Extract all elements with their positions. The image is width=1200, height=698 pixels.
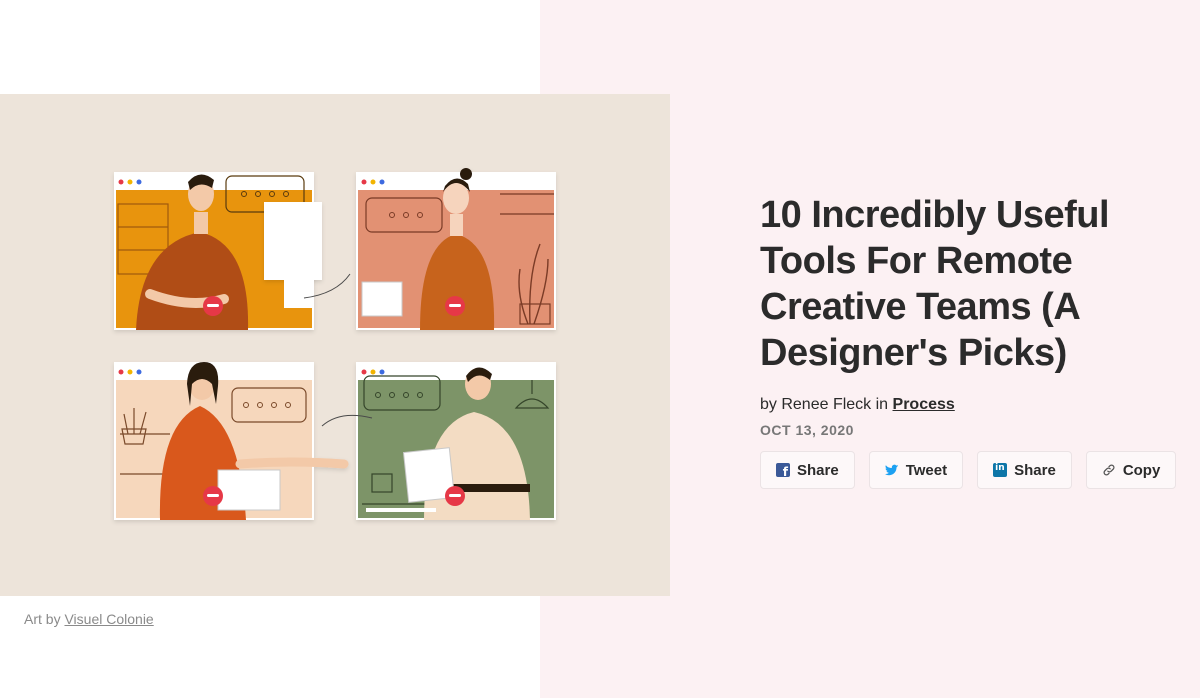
category-link[interactable]: Process: [893, 396, 955, 413]
video-window-4: [356, 362, 556, 520]
video-call-illustration: [114, 168, 556, 520]
video-window-3: [114, 362, 349, 520]
copy-link-button[interactable]: Copy: [1085, 451, 1177, 489]
article-title: 10 Incredibly Useful Tools For Remote Cr…: [760, 194, 1110, 374]
link-icon: [1102, 463, 1116, 477]
byline: by Renee Fleck in Process: [760, 396, 955, 414]
facebook-icon: [776, 463, 790, 479]
copy-link-label: Copy: [1122, 461, 1161, 479]
twitter-share-button[interactable]: Tweet: [868, 451, 964, 489]
publish-date: OCT 13, 2020: [760, 422, 854, 438]
linkedin-share-button[interactable]: Share: [977, 451, 1072, 489]
linkedin-icon: [993, 463, 1008, 477]
linkedin-share-label: Share: [1014, 461, 1056, 479]
caption-prefix: Art by: [24, 611, 65, 627]
video-window-2: [356, 168, 556, 330]
facebook-share-label: Share: [797, 461, 839, 479]
facebook-share-button[interactable]: Share: [760, 451, 855, 489]
byline-author: by Renee Fleck in: [760, 396, 893, 413]
caption-artist-link[interactable]: Visuel Colonie: [64, 611, 153, 627]
share-buttons: Share Tweet Share Copy: [760, 451, 1177, 489]
hero-illustration: [0, 94, 670, 596]
twitter-icon: [884, 463, 899, 477]
image-caption: Art by Visuel Colonie: [24, 611, 154, 627]
twitter-share-label: Tweet: [905, 461, 948, 479]
